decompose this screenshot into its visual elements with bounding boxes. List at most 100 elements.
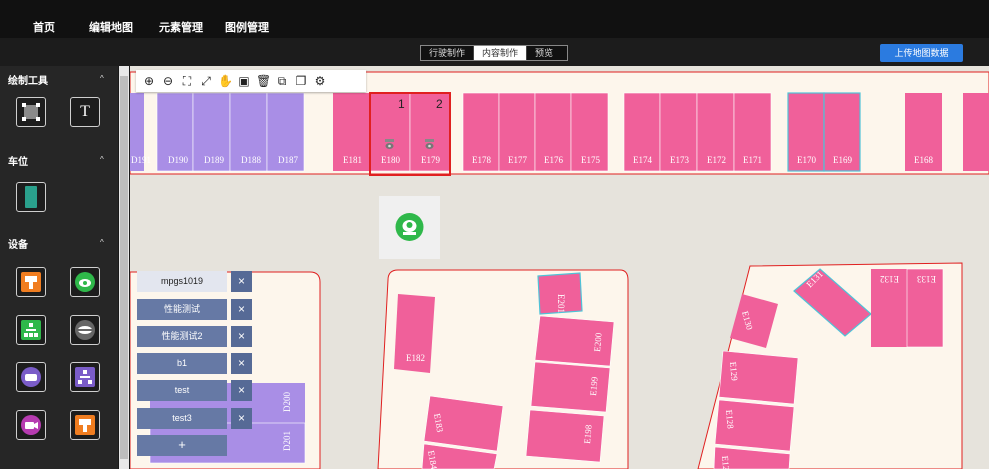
fullscreen-icon[interactable]: ⤢	[199, 74, 213, 88]
slot-label: E201	[556, 294, 566, 313]
led-board-icon	[75, 415, 95, 435]
nav-element-manage[interactable]: 元素管理	[159, 19, 203, 35]
slot-label: E128	[724, 409, 736, 429]
app-window: 首页 编辑地图 元素管理 图例管理 行驶制作 内容制作 预览 上传地图数据 绘制…	[0, 0, 989, 469]
tab-preview[interactable]: 预览	[527, 46, 561, 60]
top-nav: 首页 编辑地图 元素管理 图例管理	[0, 0, 989, 38]
floor-item-test[interactable]: test	[137, 380, 227, 401]
text-tool[interactable]: T	[70, 97, 100, 127]
slot-label: E180	[381, 155, 400, 165]
slot-label: D201	[282, 431, 292, 451]
slot-label: D191	[131, 155, 151, 165]
paste-icon[interactable]: ❐	[294, 74, 308, 88]
camera-dome-icon	[75, 272, 95, 292]
slot-label: E199	[588, 376, 600, 396]
slot-label: E173	[670, 155, 689, 165]
slot-label: E198	[582, 424, 594, 444]
slot-label: E168	[914, 155, 933, 165]
add-floor-button[interactable]: +	[137, 435, 227, 456]
slot-label: D189	[204, 155, 224, 165]
save-icon[interactable]: ▣	[237, 74, 251, 88]
slot-label: E175	[581, 155, 600, 165]
section-title-draw-tools: 绘制工具	[8, 76, 48, 87]
tab-content-edit[interactable]: 内容制作	[474, 46, 528, 60]
device-screen-tool[interactable]	[16, 267, 46, 297]
upload-map-button[interactable]: 上传地图数据	[880, 44, 963, 62]
mode-switch: 行驶制作 内容制作 预览	[420, 45, 568, 61]
network-icon	[21, 320, 41, 340]
slot-label: E172	[707, 155, 726, 165]
delete-icon[interactable]: 🗑	[256, 74, 271, 88]
floor-remove-button[interactable]: ×	[231, 326, 252, 347]
guide-light-icon	[21, 367, 41, 387]
settings-icon[interactable]: ⚙	[313, 74, 327, 88]
slot-label: E174	[633, 155, 652, 165]
slot-label: E178	[472, 155, 491, 165]
selection-number-2: 2	[436, 97, 443, 111]
slot-label: D200	[282, 392, 292, 412]
device-guide-tool[interactable]	[16, 362, 46, 392]
section-title-parking: 车位	[8, 157, 28, 168]
sensor-icon	[75, 320, 95, 340]
fit-icon[interactable]: ⛶	[180, 74, 194, 88]
tab-drive-edit[interactable]: 行驶制作	[421, 46, 475, 60]
floor-remove-button[interactable]: ×	[231, 353, 252, 374]
sidebar: 绘制工具 ^ T 车位 ^ 设备 ^	[0, 66, 118, 469]
slot-label: E177	[508, 155, 527, 165]
map-canvas[interactable]: D191 D190 D189 D188 D187 E181 E180 E179 …	[130, 66, 989, 469]
floor-item-perf-test[interactable]: 性能测试	[137, 299, 227, 320]
chevron-up-icon[interactable]: ^	[100, 155, 104, 164]
camera-marker-icon[interactable]	[379, 196, 440, 259]
slot-label: E129	[728, 361, 740, 381]
zoom-in-icon[interactable]: ⊕	[142, 74, 156, 88]
floor-item-b1[interactable]: b1	[137, 353, 227, 374]
switch-network-icon	[75, 367, 95, 387]
device-video-tool[interactable]	[16, 410, 46, 440]
slot-label: E200	[592, 332, 604, 352]
slot-label: D188	[241, 155, 261, 165]
rectangle-select-icon	[22, 103, 40, 121]
floor-remove-button[interactable]: ×	[231, 271, 252, 292]
slot-label: E179	[421, 155, 440, 165]
slot-E167[interactable]	[963, 93, 989, 171]
sidebar-scrollbar-thumb[interactable]	[120, 76, 128, 459]
chevron-up-icon[interactable]: ^	[100, 74, 104, 83]
device-board-tool[interactable]	[70, 410, 100, 440]
device-sensor-tool[interactable]	[70, 315, 100, 345]
nav-home[interactable]: 首页	[33, 19, 55, 35]
chevron-up-icon[interactable]: ^	[100, 238, 104, 247]
copy-icon[interactable]: ⧉	[275, 74, 289, 88]
selection-number-1: 1	[398, 97, 405, 111]
floor-remove-button[interactable]: ×	[231, 299, 252, 320]
display-board-icon	[21, 272, 41, 292]
floor-item-perf-test2[interactable]: 性能测试2	[137, 326, 227, 347]
hand-icon[interactable]: ✋	[218, 74, 233, 88]
slot-label: E133	[917, 274, 936, 284]
section-title-devices: 设备	[8, 240, 28, 251]
text-icon: T	[80, 103, 90, 120]
canvas-toolbar: ⊕ ⊖ ⛶ ⤢ ✋ ▣ 🗑 ⧉ ❐ ⚙	[136, 70, 366, 92]
floor-remove-button[interactable]: ×	[231, 380, 252, 401]
video-camera-icon	[21, 415, 41, 435]
nav-edit-map[interactable]: 编辑地图	[89, 19, 133, 35]
device-switch-tool[interactable]	[70, 362, 100, 392]
slot-label: E132	[880, 274, 899, 284]
floor-item-test3[interactable]: test3	[137, 408, 227, 429]
parking-slot-icon	[25, 186, 37, 208]
slot-label: E181	[343, 155, 362, 165]
floor-remove-button[interactable]: ×	[231, 408, 252, 429]
nav-legend-manage[interactable]: 图例管理	[225, 19, 269, 35]
slot-label: E169	[833, 155, 852, 165]
device-camera-tool[interactable]	[70, 267, 100, 297]
map-svg: D191 D190 D189 D188 D187 E181 E180 E179 …	[130, 71, 989, 469]
slot-label: E176	[544, 155, 563, 165]
slot-label: D190	[168, 155, 188, 165]
slot-label: E171	[743, 155, 762, 165]
floor-item-mpgs1019[interactable]: mpgs1019	[137, 271, 227, 292]
slot-label: E170	[797, 155, 816, 165]
device-network-tool[interactable]	[16, 315, 46, 345]
parking-slot-tool[interactable]	[16, 182, 46, 212]
slot-label: E182	[406, 353, 425, 363]
zoom-out-icon[interactable]: ⊖	[161, 74, 175, 88]
rectangle-tool[interactable]	[16, 97, 46, 127]
